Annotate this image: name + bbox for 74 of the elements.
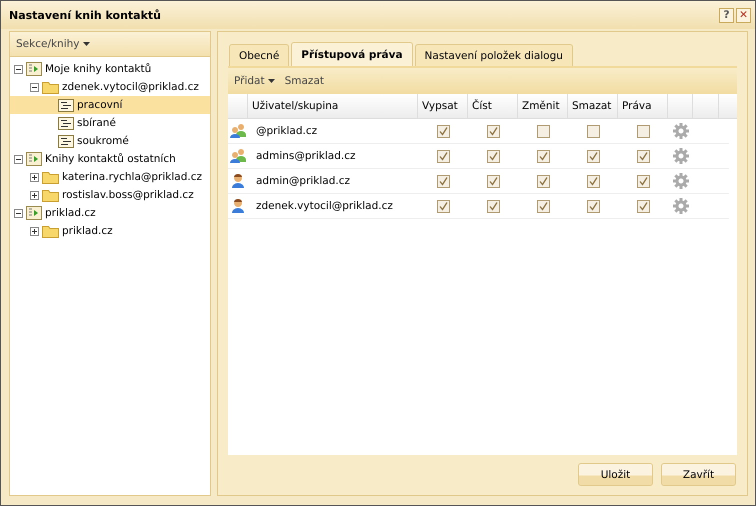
checkbox[interactable] [436, 124, 450, 138]
save-button[interactable]: Uložit [578, 463, 653, 486]
checkbox[interactable] [636, 200, 650, 212]
checkbox[interactable] [536, 174, 550, 188]
list-icon [58, 98, 74, 112]
checkbox[interactable] [486, 124, 500, 138]
delete-button[interactable]: Smazat [284, 75, 324, 87]
checkbox[interactable] [536, 124, 550, 138]
tree-item[interactable]: katerina.rychla@priklad.cz [10, 168, 210, 186]
column-header[interactable]: Vypsat [418, 94, 468, 118]
column-header[interactable]: Číst [468, 94, 518, 118]
column-header[interactable]: Uživatel/skupina [248, 94, 418, 118]
checkbox[interactable] [436, 174, 450, 188]
checkbox[interactable] [536, 150, 550, 162]
group-icon [229, 148, 247, 164]
add-dropdown[interactable]: Přidat [234, 75, 275, 87]
tree-item[interactable]: rostislav.boss@priklad.cz [10, 186, 210, 204]
checkbox[interactable] [486, 150, 500, 162]
table-cell-text: admin@priklad.cz [255, 175, 352, 187]
tree-item[interactable]: soukromé [10, 132, 210, 150]
book-icon [26, 206, 42, 220]
checkbox[interactable] [636, 174, 650, 188]
tab[interactable]: Obecné [229, 44, 290, 66]
book-icon [26, 62, 42, 76]
tree-item[interactable]: Knihy kontaktů ostatních [10, 150, 210, 168]
checkbox[interactable] [436, 150, 450, 162]
tab[interactable]: Přístupová práva [291, 42, 413, 66]
expand-icon[interactable] [30, 190, 39, 200]
tree-item[interactable]: Moje knihy kontaktů [10, 60, 210, 78]
list-icon [58, 116, 74, 130]
tree-item[interactable]: priklad.cz [10, 204, 210, 222]
checkbox[interactable] [486, 174, 500, 188]
folder-icon [42, 224, 59, 238]
close-dialog-button[interactable]: Zavřít [661, 463, 736, 486]
column-header[interactable]: Práva [618, 94, 668, 118]
checkbox[interactable] [636, 150, 650, 162]
help-button[interactable]: ? [719, 8, 734, 22]
window-title: Nastavení knih kontaktů [9, 8, 162, 22]
checkbox[interactable] [536, 200, 550, 212]
tree-item[interactable]: sbírané [10, 114, 210, 132]
collapse-icon[interactable] [14, 208, 23, 218]
collapse-icon[interactable] [14, 64, 23, 74]
collapse-icon[interactable] [30, 82, 39, 92]
list-icon [58, 134, 74, 148]
table-cell-text: admins@priklad.cz [255, 150, 356, 162]
checkbox[interactable] [486, 200, 500, 212]
checkbox[interactable] [586, 200, 600, 212]
user-icon [230, 198, 246, 214]
caret-icon [82, 42, 90, 46]
tree-item[interactable]: zdenek.vytocil@priklad.cz [10, 78, 210, 96]
folder-icon [42, 170, 59, 184]
tree-item[interactable]: pracovní [10, 96, 210, 114]
expand-icon[interactable] [30, 172, 39, 182]
collapse-icon[interactable] [14, 154, 23, 164]
folder-icon [42, 188, 59, 202]
tree-item[interactable]: priklad.cz [10, 222, 210, 240]
book-icon [26, 152, 42, 166]
tab[interactable]: Nastavení položek dialogu [414, 44, 573, 66]
user-icon [230, 173, 246, 189]
table-cell-text: @priklad.cz [255, 125, 318, 137]
sections-dropdown[interactable]: Sekce/knihy [16, 38, 90, 50]
close-button[interactable]: ✕ [736, 8, 751, 22]
checkbox[interactable] [586, 124, 600, 138]
column-header[interactable]: Smazat [568, 94, 618, 118]
checkbox[interactable] [586, 150, 600, 162]
expand-icon[interactable] [30, 226, 39, 236]
column-header[interactable]: Změnit [518, 94, 568, 118]
folder-icon [42, 80, 59, 94]
checkbox[interactable] [636, 124, 650, 138]
checkbox[interactable] [586, 174, 600, 188]
checkbox[interactable] [436, 200, 450, 212]
caret-icon [268, 79, 275, 83]
group-icon [229, 123, 247, 139]
table-cell-text: zdenek.vytocil@priklad.cz [255, 200, 394, 212]
